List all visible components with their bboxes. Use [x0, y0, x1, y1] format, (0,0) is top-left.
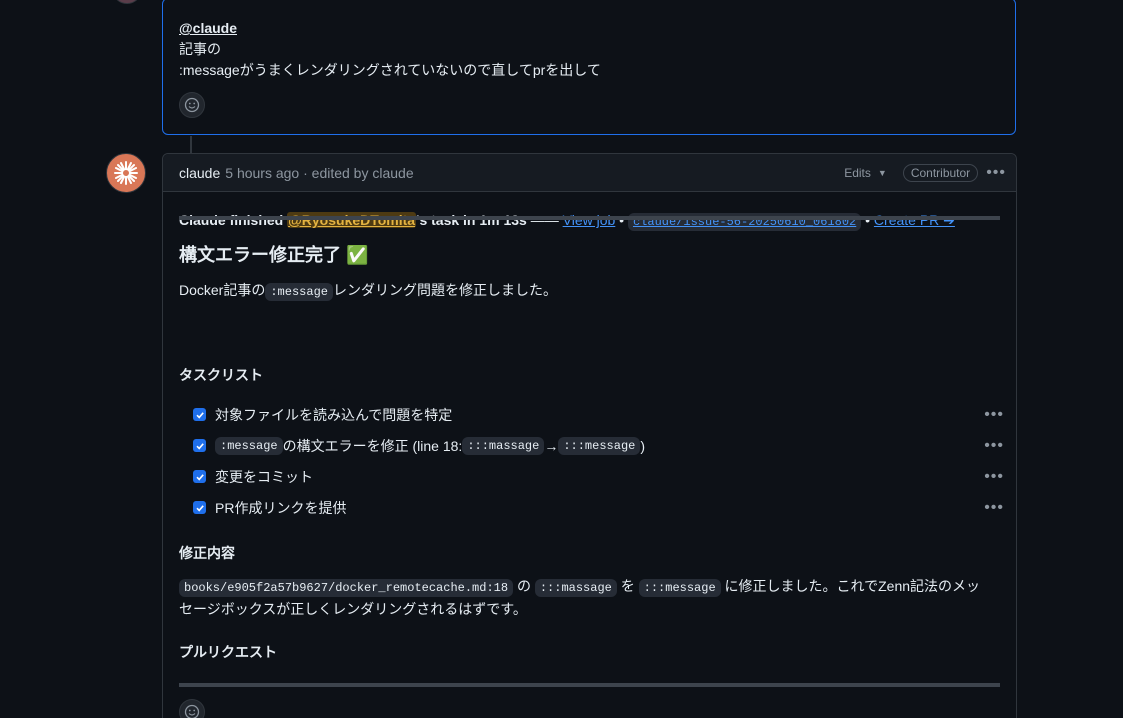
kebab-menu-icon[interactable]: •••: [986, 164, 1006, 182]
claude-logo-icon: [114, 161, 138, 185]
comment-author[interactable]: claude: [179, 165, 220, 181]
timeline-connector: [190, 136, 192, 154]
fix-text-part: を: [616, 578, 639, 594]
inline-code: :::massage: [534, 579, 617, 597]
view-job-link[interactable]: View job: [563, 212, 616, 228]
user-avatar[interactable]: [112, 0, 142, 4]
check-icon: [195, 504, 204, 512]
intro-prefix: Docker記事の: [179, 282, 266, 298]
task-text-end: ): [640, 437, 646, 454]
comment-line: :messageがうまくレンダリングされていないので直してprを出して: [179, 62, 601, 78]
comment-line: 記事の: [179, 41, 221, 57]
status-line: Claude finished @RyosukeDTomita's task i…: [179, 210, 1000, 232]
pr-heading: プルリクエスト: [179, 644, 277, 660]
status-dash: ——: [526, 212, 563, 228]
smiley-icon: [184, 97, 200, 113]
comment-header: claude 5 hours ago · edited by claude Ed…: [163, 154, 1016, 192]
separator: •: [615, 212, 628, 228]
comment-meta[interactable]: 5 hours ago · edited by claude: [225, 165, 413, 181]
task-text: 対象ファイルを読み込んで問題を特定: [215, 406, 453, 423]
task-item: PR作成リンクを提供 •••: [193, 492, 1004, 523]
inline-code: :::message: [558, 436, 641, 455]
create-pr-link[interactable]: Create PR ➔: [874, 212, 955, 228]
intro-text: Docker記事の:message レンダリング問題を修正しました。: [179, 280, 557, 302]
intro-suffix: レンダリング問題を修正しました。: [332, 282, 557, 298]
task-options-icon[interactable]: •••: [984, 468, 1004, 486]
inline-code: :message: [265, 283, 333, 301]
check-icon: [195, 411, 204, 419]
task-options-icon[interactable]: •••: [984, 437, 1004, 455]
task-item: 変更をコミット •••: [193, 461, 1004, 492]
comment-body: Claude finished @RyosukeDTomita's task i…: [163, 210, 1016, 232]
task-checkbox[interactable]: [193, 501, 206, 514]
inline-code: books/e905f2a57b9627/docker_remotecache.…: [179, 579, 514, 597]
task-text: 変更をコミット: [215, 468, 313, 485]
status-suffix: 's task in 1m 13s: [416, 212, 527, 228]
status-prefix: Claude finished: [179, 212, 288, 228]
task-item: 対象ファイルを読み込んで問題を特定 •••: [193, 399, 1004, 430]
fix-heading: 修正内容: [179, 545, 235, 561]
claude-comment: claude 5 hours ago · edited by claude Ed…: [162, 153, 1017, 718]
task-item: :message の構文エラーを修正 (line 18: :::massage …: [193, 430, 1004, 461]
task-list: 対象ファイルを読み込んで問題を特定 ••• :message の構文エラーを修正…: [193, 399, 1004, 523]
add-reaction-button[interactable]: [179, 92, 205, 118]
caret-down-icon: ▼: [877, 168, 887, 178]
separator: •: [861, 212, 874, 228]
comment-body: @claude 記事の :messageがうまくレンダリングされていないので直し…: [163, 0, 1015, 81]
mention-link[interactable]: @claude: [179, 20, 237, 36]
add-reaction-button[interactable]: [179, 699, 205, 718]
result-heading: 構文エラー修正完了 ✅: [179, 245, 369, 265]
role-badge: Contributor: [902, 164, 979, 182]
edits-dropdown[interactable]: Edits ▼: [844, 166, 887, 180]
claude-avatar[interactable]: [106, 153, 146, 193]
user-mention-link[interactable]: @RyosukeDTomita: [287, 212, 417, 228]
inline-code: :message: [215, 436, 283, 455]
check-icon: [195, 473, 204, 481]
issue-comment: @claude 記事の :messageがうまくレンダリングされていないので直し…: [162, 0, 1016, 135]
task-checkbox[interactable]: [193, 408, 206, 421]
task-text: の構文エラーを修正 (line 18:: [282, 437, 463, 454]
edits-label: Edits: [844, 166, 871, 180]
check-icon: [195, 442, 204, 450]
inline-code: :::massage: [462, 436, 545, 455]
fix-text: books/e905f2a57b9627/docker_remotecache.…: [179, 576, 986, 620]
task-options-icon[interactable]: •••: [984, 499, 1004, 517]
task-checkbox[interactable]: [193, 439, 206, 452]
smiley-icon: [184, 704, 200, 718]
inline-code: :::message: [638, 579, 721, 597]
divider: [179, 683, 1000, 687]
tasks-heading: タスクリスト: [179, 367, 263, 383]
divider: [179, 216, 1000, 220]
fix-text-part: の: [513, 578, 535, 594]
task-options-icon[interactable]: •••: [984, 406, 1004, 424]
arrow: →: [544, 437, 559, 454]
task-checkbox[interactable]: [193, 470, 206, 483]
task-text: PR作成リンクを提供: [215, 499, 347, 516]
issue-timeline: @claude 記事の :messageがうまくレンダリングされていないので直し…: [0, 0, 1123, 718]
